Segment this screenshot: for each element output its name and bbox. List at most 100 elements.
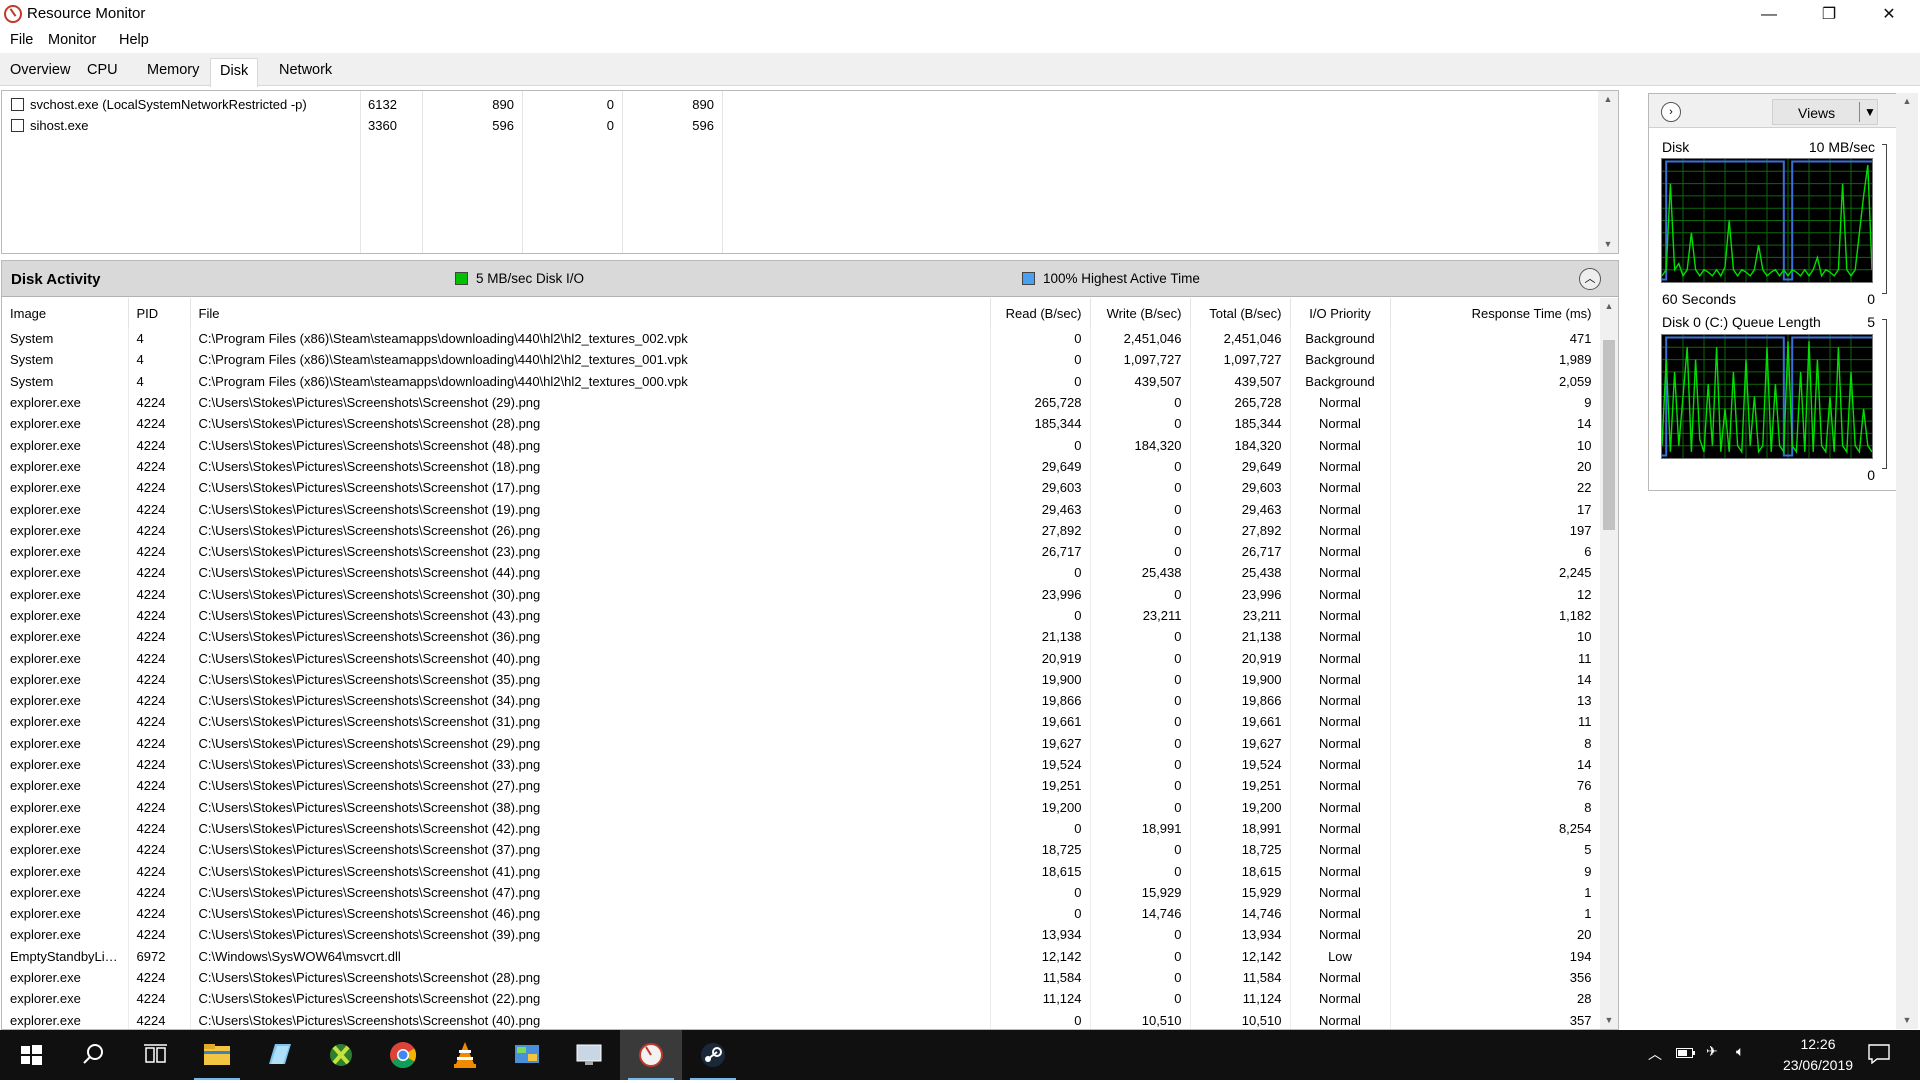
scroll-down-arrow-icon[interactable]: ▼ <box>1600 1012 1618 1029</box>
column-divider <box>722 91 723 253</box>
restore-button[interactable]: ❐ <box>1800 0 1858 29</box>
airplane-mode-icon[interactable]: ✈ <box>1706 1043 1718 1060</box>
collapse-chevron-up-icon[interactable]: ︿ <box>1579 268 1601 290</box>
table-row[interactable]: System 4 C:\Program Files (x86)\Steam\stea… <box>2 370 1600 392</box>
views-dropdown-arrow-icon[interactable]: ▼ <box>1859 102 1876 122</box>
display-settings-icon[interactable] <box>558 1030 620 1080</box>
tab-network[interactable]: Network <box>279 62 332 86</box>
process-checkbox[interactable] <box>11 119 24 132</box>
scrollbar-thumb[interactable] <box>1603 340 1615 530</box>
table-row[interactable]: explorer.exe 4224 C:\Users\Stokes\Pictures… <box>2 477 1600 499</box>
tab-bar: Overview CPU Memory Disk Network <box>0 53 1920 87</box>
scroll-down-arrow-icon[interactable]: ▼ <box>1598 236 1618 253</box>
cell-pid: 4224 <box>128 903 191 925</box>
table-row[interactable]: explorer.exe 4224 C:\Users\Stokes\Pictures… <box>2 562 1600 584</box>
tab-cpu[interactable]: CPU <box>87 62 118 86</box>
file-explorer-icon[interactable] <box>186 1030 248 1080</box>
table-row[interactable]: explorer.exe 4224 C:\Users\Stokes\Pictures… <box>2 1009 1600 1029</box>
cell-file: C:\Users\Stokes\Pictures\Screenshots\Scr… <box>190 881 991 904</box>
cell-total: 2,451,046 <box>1190 328 1291 350</box>
table-row[interactable]: explorer.exe 4224 C:\Users\Stokes\Pictures… <box>2 690 1600 712</box>
steam-icon[interactable] <box>682 1030 744 1080</box>
top-panel-scrollbar[interactable]: ▲ ▼ <box>1598 91 1618 253</box>
menu-file[interactable]: File <box>10 32 33 48</box>
menu-monitor[interactable]: Monitor <box>48 32 96 48</box>
table-row[interactable]: explorer.exe 4224 C:\Users\Stokes\Pictures… <box>2 519 1600 541</box>
tab-disk[interactable]: Disk <box>210 58 259 87</box>
table-row[interactable]: explorer.exe 4224 C:\Users\Stokes\Pictures… <box>2 391 1600 414</box>
disk-activity-header[interactable]: Disk Activity 5 MB/sec Disk I/O 100% Hig… <box>2 261 1618 297</box>
scroll-up-arrow-icon[interactable]: ▲ <box>1896 93 1918 110</box>
table-row[interactable]: explorer.exe 4224 C:\Users\Stokes\Pictures… <box>2 498 1600 520</box>
table-row[interactable]: explorer.exe 4224 C:\Users\Stokes\Pictures… <box>2 753 1600 776</box>
scroll-down-arrow-icon[interactable]: ▼ <box>1896 1012 1918 1029</box>
column-header-write[interactable]: Write (B/sec) <box>1090 298 1191 328</box>
tab-overview[interactable]: Overview <box>10 62 70 86</box>
windows-start-icon[interactable] <box>0 1030 62 1080</box>
table-row[interactable]: explorer.exe 4224 C:\Users\Stokes\Pictures… <box>2 413 1600 435</box>
graphs-scrollbar[interactable]: ▲ ▼ <box>1896 93 1918 1029</box>
table-row[interactable]: explorer.exe 4224 C:\Users\Stokes\Pictures… <box>2 775 1600 797</box>
table-row[interactable]: explorer.exe 4224 C:\Users\Stokes\Pictures… <box>2 817 1600 840</box>
chrome-icon[interactable] <box>372 1030 434 1080</box>
column-header-io-priority[interactable]: I/O Priority <box>1290 298 1391 328</box>
minimize-button[interactable]: — <box>1740 0 1798 29</box>
table-row[interactable]: explorer.exe 4224 C:\Users\Stokes\Pictures… <box>2 881 1600 904</box>
table-row[interactable]: explorer.exe 4224 C:\Users\Stokes\Pictures… <box>2 626 1600 648</box>
cell-read: 19,900 <box>990 668 1091 691</box>
volume-icon[interactable]: 🔈︎ <box>1736 1043 1744 1060</box>
table-row[interactable]: explorer.exe 4224 C:\Users\Stokes\Pictures… <box>2 732 1600 754</box>
table-row[interactable]: explorer.exe 4224 C:\Users\Stokes\Pictures… <box>2 604 1600 627</box>
table-row[interactable]: explorer.exe 4224 C:\Users\Stokes\Pictures… <box>2 903 1600 925</box>
scroll-up-arrow-icon[interactable]: ▲ <box>1600 298 1618 315</box>
xbox-icon[interactable] <box>310 1030 372 1080</box>
notepad-icon[interactable] <box>248 1030 310 1080</box>
cell-read: 18,615 <box>990 860 1091 882</box>
resource-monitor-taskbar-icon[interactable] <box>620 1030 682 1080</box>
cell-read: 185,344 <box>990 413 1091 435</box>
process-row[interactable]: sihost.exe 3360 596 0 596 <box>2 115 722 136</box>
table-row[interactable]: explorer.exe 4224 C:\Users\Stokes\Pictures… <box>2 988 1600 1010</box>
action-center-icon[interactable] <box>1868 1044 1890 1067</box>
table-row[interactable]: explorer.exe 4224 C:\Users\Stokes\Pictures… <box>2 583 1600 605</box>
scroll-up-arrow-icon[interactable]: ▲ <box>1598 91 1618 108</box>
close-button[interactable]: ✕ <box>1860 0 1918 29</box>
clock-date[interactable]: 23/06/2019 <box>1770 1057 1866 1073</box>
table-row[interactable]: explorer.exe 4224 C:\Users\Stokes\Pictures… <box>2 434 1600 456</box>
disk-table-scrollbar[interactable]: ▲ ▼ <box>1600 298 1618 1029</box>
vlc-icon[interactable] <box>434 1030 496 1080</box>
table-row[interactable]: explorer.exe 4224 C:\Users\Stokes\Pictures… <box>2 455 1600 478</box>
column-header-read[interactable]: Read (B/sec) <box>990 298 1091 328</box>
show-hidden-icons-chevron-icon[interactable]: ︿ <box>1648 1044 1662 1064</box>
table-row[interactable]: explorer.exe 4224 C:\Users\Stokes\Pictures… <box>2 839 1600 861</box>
search-icon[interactable] <box>62 1030 124 1080</box>
table-row[interactable]: explorer.exe 4224 C:\Users\Stokes\Pictures… <box>2 711 1600 733</box>
views-button[interactable]: Views ▼ <box>1772 99 1878 125</box>
control-panel-icon[interactable] <box>496 1030 558 1080</box>
column-header-image[interactable]: Image <box>2 298 129 328</box>
table-row[interactable]: explorer.exe 4224 C:\Users\Stokes\Pictures… <box>2 860 1600 882</box>
table-row[interactable]: explorer.exe 4224 C:\Users\Stokes\Pictures… <box>2 966 1600 989</box>
table-row[interactable]: System 4 C:\Program Files (x86)\Steam\stea… <box>2 328 1600 350</box>
column-header-response-time[interactable]: Response Time (ms) <box>1390 298 1600 328</box>
table-row[interactable]: explorer.exe 4224 C:\Users\Stokes\Pictures… <box>2 540 1600 563</box>
cell-image: explorer.exe <box>2 1009 129 1029</box>
table-row[interactable]: explorer.exe 4224 C:\Users\Stokes\Pictures… <box>2 668 1600 691</box>
table-row[interactable]: explorer.exe 4224 C:\Users\Stokes\Pictures… <box>2 796 1600 818</box>
column-header-total[interactable]: Total (B/sec) <box>1190 298 1291 328</box>
clock-time[interactable]: 12:26 <box>1790 1036 1846 1052</box>
expand-chevron-right-icon[interactable]: › <box>1661 102 1681 122</box>
table-row[interactable]: EmptyStandbyList... 6972 C:\Windows\SysWOW… <box>2 945 1600 967</box>
process-checkbox[interactable] <box>11 98 24 111</box>
menu-help[interactable]: Help <box>119 32 149 48</box>
table-row[interactable]: explorer.exe 4224 C:\Users\Stokes\Pictures… <box>2 924 1600 946</box>
table-row[interactable]: System 4 C:\Program Files (x86)\Steam\stea… <box>2 349 1600 371</box>
cell-io-priority: Background <box>1290 328 1391 350</box>
task-view-icon[interactable] <box>124 1030 186 1080</box>
column-header-pid[interactable]: PID <box>128 298 191 328</box>
table-row[interactable]: explorer.exe 4224 C:\Users\Stokes\Pictures… <box>2 647 1600 669</box>
tab-memory[interactable]: Memory <box>147 62 199 86</box>
column-header-file[interactable]: File <box>190 298 991 328</box>
battery-icon[interactable] <box>1676 1046 1696 1063</box>
process-row[interactable]: svchost.exe (LocalSystemNetworkRestricte… <box>2 94 722 115</box>
